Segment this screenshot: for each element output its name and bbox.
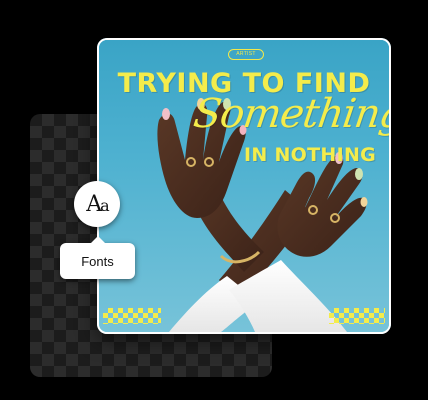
font-icon-glyph-small: a: [100, 195, 109, 215]
fonts-label: Fonts: [81, 253, 114, 269]
checker-pattern-right: [329, 308, 385, 324]
font-tool-button[interactable]: Aa: [74, 181, 120, 227]
fonts-tooltip[interactable]: Fonts: [60, 236, 135, 279]
album-poster[interactable]: ARTIST TRYING TO FIND Something IN NOTHI…: [97, 38, 391, 334]
font-icon-glyph-big: A: [86, 191, 102, 217]
poster-title-line-3: IN NOTHING: [244, 144, 377, 166]
checker-pattern-left: [103, 308, 161, 324]
poster-title-line-2: Something: [190, 91, 389, 137]
artist-pill: ARTIST: [228, 49, 264, 60]
poster-artwork: ARTIST TRYING TO FIND Something IN NOTHI…: [99, 40, 389, 332]
font-icon: Aa: [86, 191, 109, 217]
